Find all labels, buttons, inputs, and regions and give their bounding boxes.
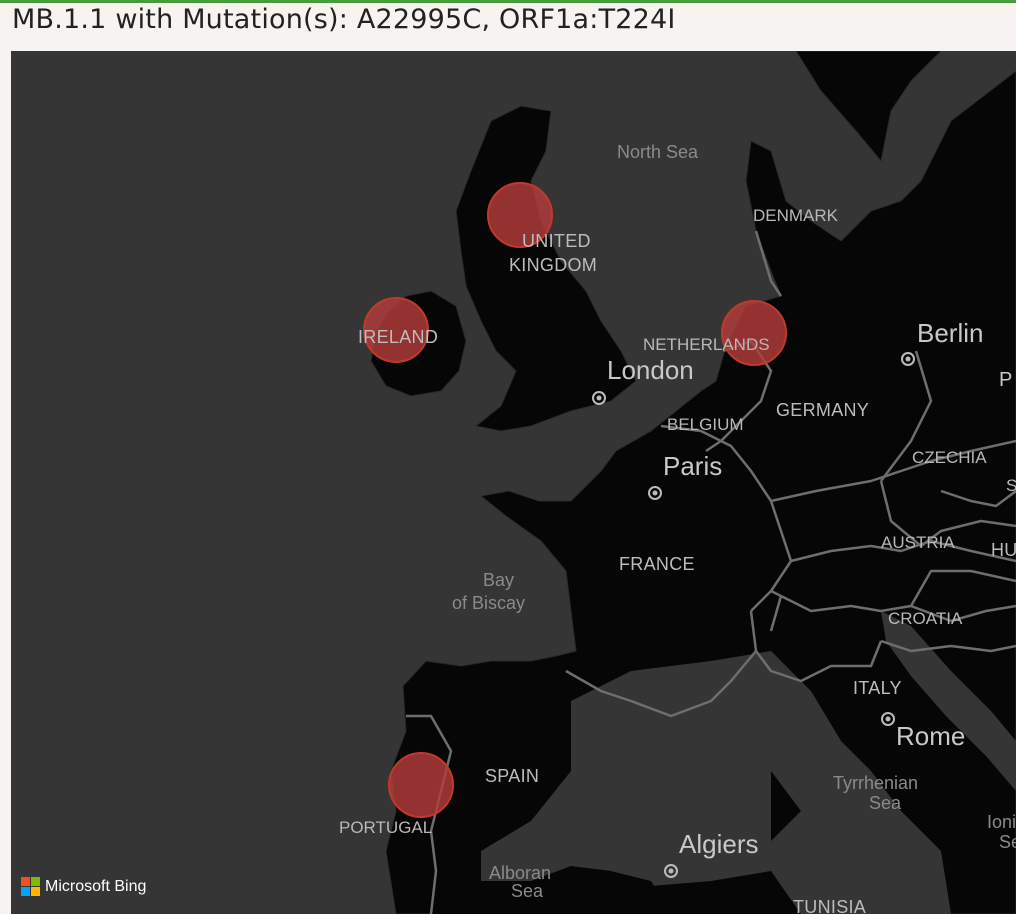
header-accent-bar (0, 0, 1016, 3)
hungary-label-partial: HU (991, 540, 1016, 560)
denmark-label: DENMARK (753, 206, 839, 225)
ionian-sea-label-line2: Se (999, 832, 1016, 852)
berlin-label: Berlin (917, 318, 984, 348)
north-sea-label: North Sea (617, 142, 699, 162)
page-title: MB.1.1 with Mutation(s): A22995C, ORF1a:… (12, 4, 676, 35)
spain-label: SPAIN (485, 766, 540, 786)
marker-portugal[interactable] (388, 752, 454, 818)
bay-of-biscay-label-line1: Bay (483, 570, 515, 590)
united-kingdom-label-line1: UNITED (522, 231, 591, 251)
algiers-label: Algiers (679, 829, 759, 859)
belgium-label: BELGIUM (667, 415, 744, 434)
bing-attribution-text: Microsoft Bing (45, 877, 147, 895)
bay-of-biscay-label-line2: of Biscay (452, 593, 526, 613)
italy-label: ITALY (853, 678, 902, 698)
rome-label: Rome (896, 721, 966, 751)
map-canvas[interactable]: North Sea DENMARK UNITED KINGDOM IRELAND… (11, 51, 1016, 914)
poland-label-partial: P (999, 369, 1013, 391)
microsoft-logo-icon (21, 877, 40, 896)
austria-label: AUSTRIA (881, 533, 955, 552)
netherlands-label: NETHERLANDS (643, 335, 770, 354)
tyrrhenian-sea-label-line1: Tyrrhenian (833, 773, 919, 793)
tunisia-label: TUNISIA (793, 897, 867, 914)
tyrrhenian-sea-label-line2: Sea (869, 793, 902, 813)
united-kingdom-label-line2: KINGDOM (509, 255, 598, 275)
czechia-label: CZECHIA (912, 448, 987, 467)
scandinavia-land (795, 51, 942, 163)
alboran-sea-label-line2: Sea (511, 881, 544, 901)
croatia-label: CROATIA (888, 609, 963, 628)
slovakia-label-partial: S (1006, 476, 1016, 495)
portugal-label: PORTUGAL (339, 818, 433, 837)
france-label: FRANCE (619, 554, 695, 574)
ireland-label: IRELAND (358, 327, 439, 347)
ionian-sea-label-line1: Ioni (987, 812, 1016, 832)
bing-attribution: Microsoft Bing (21, 877, 146, 896)
marker-netherlands[interactable] (721, 300, 787, 366)
germany-label: GERMANY (776, 400, 870, 420)
london-label: London (607, 355, 694, 385)
paris-label: Paris (663, 451, 723, 481)
